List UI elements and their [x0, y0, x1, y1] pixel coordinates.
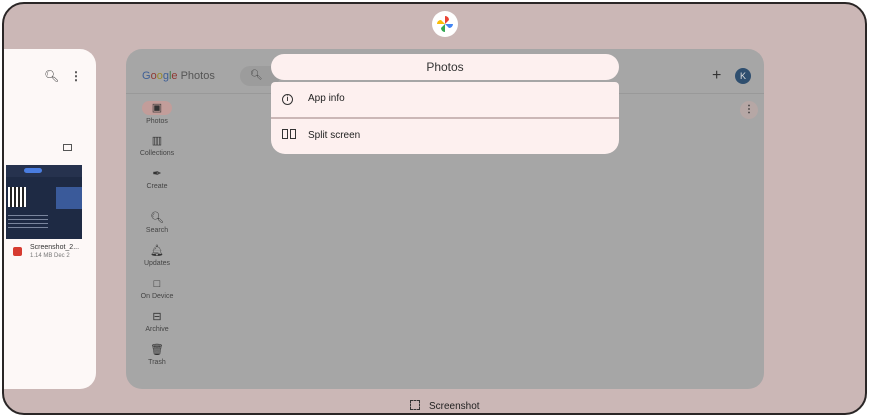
- device-frame: 🔍︎ ⋮ Screenshot_2... 1.14 MB Dec 2 Googl…: [2, 2, 867, 415]
- split-screen-button[interactable]: Split screen: [271, 119, 619, 153]
- grid-view-icon[interactable]: [63, 144, 72, 151]
- recent-app-card-files[interactable]: 🔍︎ ⋮ Screenshot_2... 1.14 MB Dec 2: [4, 49, 96, 389]
- search-icon[interactable]: 🔍︎: [44, 69, 59, 83]
- nav-item-photos[interactable]: ▣ Photos: [126, 101, 188, 125]
- folder-icon: □: [153, 278, 161, 290]
- google-photos-logo: Google Photos: [142, 70, 215, 82]
- bell-icon: 🔔︎: [150, 245, 164, 257]
- nav-item-trash[interactable]: 🗑︎ Trash: [126, 344, 188, 366]
- app-menu: i App info Split screen: [271, 82, 619, 154]
- info-icon: i: [282, 92, 293, 105]
- file-meta: 1.14 MB Dec 2: [30, 253, 70, 259]
- avatar[interactable]: K: [735, 68, 751, 84]
- nav-item-search[interactable]: 🔍︎ Search: [126, 212, 188, 234]
- trash-icon: 🗑︎: [150, 344, 164, 356]
- nav-item-create[interactable]: ✒ Create: [126, 168, 188, 190]
- archive-icon: ⊟: [152, 311, 162, 323]
- more-vert-icon[interactable]: ⋮: [70, 69, 82, 83]
- google-photos-app-icon[interactable]: [432, 11, 458, 37]
- pinwheel-icon: [437, 16, 453, 32]
- photo-icon: ▣: [142, 101, 172, 115]
- file-name: Screenshot_2...: [30, 244, 80, 251]
- add-button[interactable]: +: [712, 67, 721, 85]
- screenshot-button[interactable]: Screenshot: [410, 400, 480, 412]
- app-info-button[interactable]: i App info: [271, 82, 619, 116]
- search-icon: 🔍︎: [250, 70, 263, 81]
- nav-item-updates[interactable]: 🔔︎ Updates: [126, 245, 188, 267]
- nav-item-collections[interactable]: ▥ Collections: [126, 135, 188, 157]
- split-screen-icon: [282, 129, 298, 142]
- image-file-icon: [13, 247, 22, 256]
- search-icon: 🔍︎: [150, 212, 164, 224]
- more-vert-icon[interactable]: ⋮: [740, 101, 758, 119]
- nav-item-on-device[interactable]: □ On Device: [126, 278, 188, 300]
- menu-title: Photos: [271, 54, 619, 80]
- create-icon: ✒: [152, 168, 162, 180]
- collections-icon: ▥: [151, 135, 163, 147]
- nav-item-archive[interactable]: ⊟ Archive: [126, 311, 188, 333]
- screenshot-icon: [410, 400, 420, 410]
- file-item[interactable]: Screenshot_2... 1.14 MB Dec 2: [6, 241, 84, 263]
- file-thumbnail[interactable]: [6, 165, 82, 239]
